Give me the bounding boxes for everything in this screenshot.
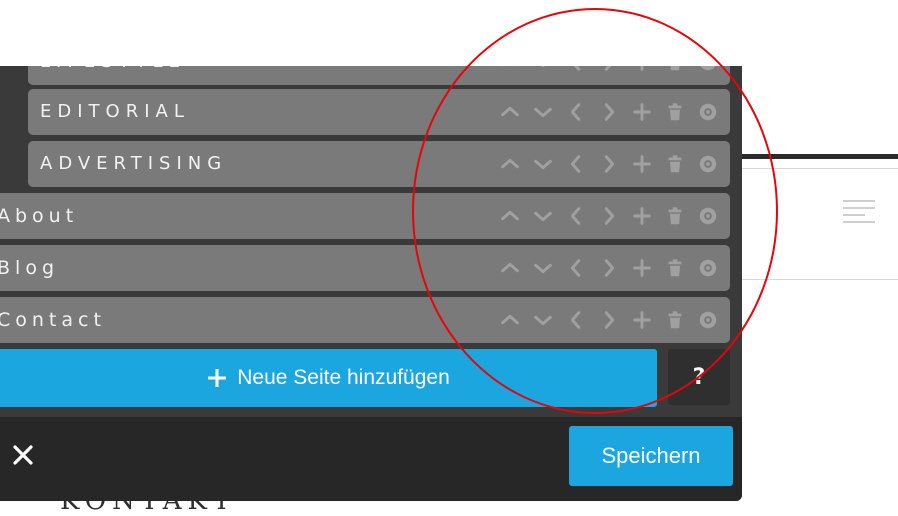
delete-icon[interactable]	[663, 66, 687, 74]
visibility-eye-icon[interactable]	[696, 256, 720, 280]
delete-icon[interactable]	[663, 204, 687, 228]
row-controls	[498, 141, 720, 187]
outdent-icon[interactable]	[564, 204, 588, 228]
add-subpage-icon[interactable]	[630, 66, 654, 74]
delete-icon[interactable]	[663, 100, 687, 124]
menu-item-contact[interactable]: Contact	[0, 297, 730, 343]
outdent-icon[interactable]	[564, 100, 588, 124]
menu-item-label: ADVERTISING	[40, 153, 228, 174]
delete-icon[interactable]	[663, 256, 687, 280]
background-divider	[740, 154, 898, 159]
move-up-icon[interactable]	[498, 100, 522, 124]
menu-item-label: Blog	[0, 257, 59, 279]
add-page-label: Neue Seite hinzufügen	[237, 366, 450, 389]
outdent-icon[interactable]	[564, 256, 588, 280]
move-up-icon[interactable]	[498, 66, 522, 74]
delete-icon[interactable]	[663, 152, 687, 176]
move-up-icon[interactable]	[498, 308, 522, 332]
outdent-icon[interactable]	[564, 308, 588, 332]
editor-footer: Speichern	[0, 417, 742, 501]
add-subpage-icon[interactable]	[630, 100, 654, 124]
plus-icon	[208, 369, 227, 387]
visibility-eye-icon[interactable]	[696, 308, 720, 332]
move-down-icon[interactable]	[531, 204, 555, 228]
row-controls	[498, 245, 720, 291]
indent-icon[interactable]	[597, 152, 621, 176]
menu-item-label: LIFESTYLE	[40, 66, 186, 85]
close-button[interactable]	[8, 437, 38, 473]
help-button[interactable]: ?	[668, 349, 730, 405]
add-page-button[interactable]: Neue Seite hinzufügen	[0, 349, 657, 407]
move-down-icon[interactable]	[531, 100, 555, 124]
row-controls	[498, 89, 720, 135]
close-icon	[13, 445, 33, 465]
move-down-icon[interactable]	[531, 256, 555, 280]
menu-item-label: EDITORIAL	[40, 101, 190, 122]
move-down-icon[interactable]	[531, 308, 555, 332]
menu-item-label: Contact	[0, 309, 106, 331]
add-subpage-icon[interactable]	[630, 152, 654, 176]
indent-icon[interactable]	[597, 100, 621, 124]
delete-icon[interactable]	[663, 308, 687, 332]
visibility-eye-icon[interactable]	[696, 204, 720, 228]
visibility-eye-icon[interactable]	[696, 152, 720, 176]
menu-item-label: About	[0, 205, 79, 227]
menu-item-advertising[interactable]: ADVERTISING	[28, 141, 730, 187]
text-lines-icon	[843, 200, 875, 234]
indent-icon[interactable]	[597, 66, 621, 74]
menu-item-blog[interactable]: Blog	[0, 245, 730, 291]
save-button[interactable]: Speichern	[569, 426, 733, 486]
menu-item-editorial[interactable]: EDITORIAL	[28, 89, 730, 135]
outdent-icon[interactable]	[564, 66, 588, 74]
indent-icon[interactable]	[597, 308, 621, 332]
add-subpage-icon[interactable]	[630, 256, 654, 280]
menu-editor-panel: LIFESTYLE EDITORIAL ADVERTISING About Bl…	[0, 66, 742, 501]
row-controls	[498, 297, 720, 343]
menu-item-about[interactable]: About	[0, 193, 730, 239]
row-controls	[498, 66, 720, 85]
indent-icon[interactable]	[597, 256, 621, 280]
outdent-icon[interactable]	[564, 152, 588, 176]
menu-item-lifestyle[interactable]: LIFESTYLE	[28, 66, 730, 85]
row-controls	[498, 193, 720, 239]
add-subpage-icon[interactable]	[630, 204, 654, 228]
indent-icon[interactable]	[597, 204, 621, 228]
move-up-icon[interactable]	[498, 256, 522, 280]
move-down-icon[interactable]	[531, 152, 555, 176]
visibility-eye-icon[interactable]	[696, 100, 720, 124]
add-subpage-icon[interactable]	[630, 308, 654, 332]
move-down-icon[interactable]	[531, 66, 555, 74]
move-up-icon[interactable]	[498, 152, 522, 176]
move-up-icon[interactable]	[498, 204, 522, 228]
visibility-eye-icon[interactable]	[696, 66, 720, 74]
